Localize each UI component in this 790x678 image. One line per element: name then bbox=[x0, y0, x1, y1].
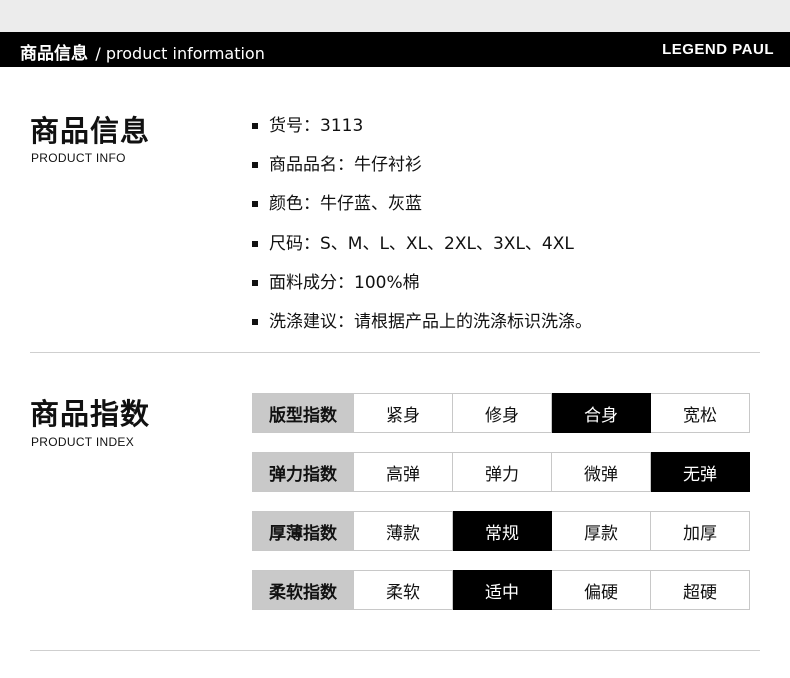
index-row-label: 弹力指数 bbox=[252, 452, 354, 492]
info-item: 颜色：牛仔蓝、灰蓝 bbox=[252, 191, 592, 230]
info-item-text: 货号：3113 bbox=[269, 116, 364, 136]
info-item-text: 洗涤建议：请根据产品上的洗涤标识洗涤。 bbox=[269, 311, 592, 332]
index-row-label: 厚薄指数 bbox=[252, 511, 354, 551]
banner-title: 商品信息 / product information bbox=[20, 39, 265, 64]
index-row-label: 柔软指数 bbox=[252, 570, 354, 610]
info-item-text: 商品品名：牛仔衬衫 bbox=[269, 155, 422, 176]
info-item: 货号：3113 bbox=[252, 113, 592, 152]
index-option: 微弹 bbox=[552, 452, 651, 492]
index-option-selected: 无弹 bbox=[651, 452, 750, 492]
bottom-divider bbox=[30, 650, 760, 651]
info-section-subtitle: PRODUCT INFO bbox=[31, 151, 126, 165]
index-option: 宽松 bbox=[651, 393, 750, 433]
index-option: 弹力 bbox=[453, 452, 552, 492]
bullet-icon bbox=[252, 240, 258, 247]
index-option-selected: 适中 bbox=[453, 570, 552, 610]
info-item: 面料成分：100%棉 bbox=[252, 270, 592, 309]
index-option: 高弹 bbox=[354, 452, 453, 492]
brand-logo-text: LEGEND PAUL bbox=[662, 41, 774, 58]
section-divider bbox=[30, 352, 760, 353]
bullet-icon bbox=[252, 318, 258, 325]
bullet-icon bbox=[252, 123, 258, 129]
index-option: 超硬 bbox=[651, 570, 750, 610]
info-item-text: 面料成分：100%棉 bbox=[269, 272, 420, 293]
index-option: 薄款 bbox=[354, 511, 453, 551]
info-item: 洗涤建议：请根据产品上的洗涤标识洗涤。 bbox=[252, 309, 592, 348]
index-option-selected: 合身 bbox=[552, 393, 651, 433]
index-option-selected: 常规 bbox=[453, 511, 552, 551]
bullet-icon bbox=[252, 162, 258, 169]
index-option: 加厚 bbox=[651, 511, 750, 551]
product-info-list: 货号：3113 商品品名：牛仔衬衫 颜色：牛仔蓝、灰蓝 尺码：S、M、L、XL、… bbox=[252, 113, 592, 348]
index-row: 版型指数 紧身 修身 合身 宽松 bbox=[252, 393, 750, 433]
index-option: 柔软 bbox=[354, 570, 453, 610]
index-option: 厚款 bbox=[552, 511, 651, 551]
info-item-text: 尺码：S、M、L、XL、2XL、3XL、4XL bbox=[269, 233, 574, 254]
info-item-text: 颜色：牛仔蓝、灰蓝 bbox=[269, 194, 422, 215]
info-section-title: 商品信息 bbox=[30, 114, 151, 148]
index-section-subtitle: PRODUCT INDEX bbox=[31, 435, 135, 449]
index-row: 厚薄指数 薄款 常规 厚款 加厚 bbox=[252, 511, 750, 551]
index-section-title: 商品指数 bbox=[30, 397, 151, 431]
index-option: 偏硬 bbox=[552, 570, 651, 610]
info-item: 商品品名：牛仔衬衫 bbox=[252, 152, 592, 191]
index-row: 弹力指数 高弹 弹力 微弹 无弹 bbox=[252, 452, 750, 492]
index-option: 紧身 bbox=[354, 393, 453, 433]
index-row-label: 版型指数 bbox=[252, 393, 354, 433]
index-row: 柔软指数 柔软 适中 偏硬 超硬 bbox=[252, 570, 750, 610]
bullet-icon bbox=[252, 279, 258, 286]
top-gray-strip bbox=[0, 0, 790, 32]
index-option: 修身 bbox=[453, 393, 552, 433]
banner-title-en: / product information bbox=[95, 44, 265, 63]
header-banner: 商品信息 / product information LEGEND PAUL bbox=[0, 32, 790, 67]
info-item: 尺码：S、M、L、XL、2XL、3XL、4XL bbox=[252, 231, 592, 270]
bullet-icon bbox=[252, 201, 258, 208]
banner-title-cn: 商品信息 bbox=[20, 44, 88, 64]
